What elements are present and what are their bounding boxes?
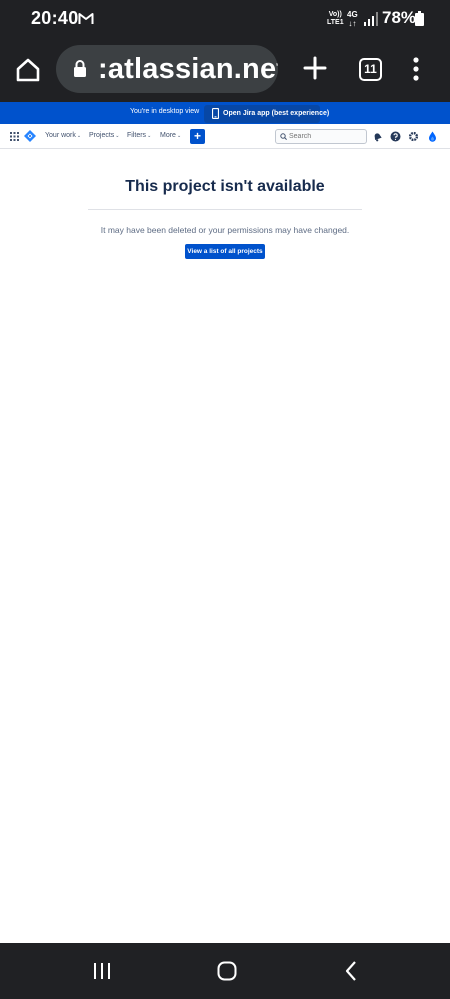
nav-filters[interactable]: Filters⌄	[127, 132, 151, 139]
jira-logo-icon[interactable]	[24, 130, 36, 142]
app-switcher-icon[interactable]	[10, 132, 19, 141]
status-time: 20:40	[31, 8, 79, 28]
search-box[interactable]	[275, 129, 367, 144]
home-nav-icon[interactable]	[217, 961, 237, 981]
settings-icon[interactable]	[408, 131, 419, 142]
nav-projects[interactable]: Projects⌄	[89, 132, 120, 139]
back-icon[interactable]	[344, 961, 358, 981]
volte-indicator: Vo)) LTE1	[327, 11, 344, 27]
address-bar[interactable]: :atlassian.net	[56, 45, 278, 93]
battery-percent: 78%	[382, 8, 417, 27]
view-all-projects-button[interactable]: View a list of all projects	[185, 244, 265, 259]
url-text: :atlassian.net	[98, 53, 278, 85]
desktop-view-banner: You're in desktop view Open Jira app (be…	[0, 102, 450, 124]
create-button[interactable]: +	[190, 129, 205, 144]
open-jira-app-button[interactable]: Open Jira app (best experience)	[204, 105, 329, 123]
content-divider	[88, 209, 362, 210]
nav-projects-label: Projects	[89, 132, 115, 139]
android-nav-bar	[0, 943, 450, 999]
lte-label: LTE1	[327, 19, 344, 26]
phone-icon	[212, 108, 219, 119]
chevron-down-icon: ⌄	[115, 133, 120, 139]
nav-more[interactable]: More⌄	[160, 132, 181, 139]
battery-icon	[415, 11, 424, 26]
jira-top-nav: Your work⌄ Projects⌄ Filters⌄ More⌄ +	[0, 124, 450, 149]
page-title: This project isn't available	[125, 178, 325, 195]
gmail-icon	[78, 13, 94, 24]
nav-your-work-label: Your work	[45, 132, 76, 139]
browser-toolbar: :atlassian.net 11	[0, 38, 450, 102]
volte-label: Vo))	[328, 11, 342, 18]
lock-icon	[74, 60, 86, 77]
nav-filters-label: Filters	[127, 132, 147, 139]
notifications-icon[interactable]	[372, 131, 383, 142]
new-tab-icon[interactable]	[301, 54, 329, 82]
search-icon	[280, 133, 287, 140]
desktop-view-text: You're in desktop view	[130, 108, 200, 115]
more-menu-icon[interactable]	[409, 56, 423, 82]
network-type-indicator: 4G ↓↑	[347, 10, 358, 28]
open-jira-app-label: Open Jira app (best experience)	[223, 110, 330, 117]
nav-more-label: More	[160, 132, 176, 139]
chevron-down-icon: ⌄	[176, 133, 182, 139]
network-arrows: ↓↑	[348, 19, 357, 28]
tab-switcher-button[interactable]: 11	[359, 58, 382, 81]
search-input[interactable]	[289, 131, 363, 142]
chevron-down-icon: ⌄	[147, 133, 152, 139]
unavailable-message: It may have been deleted or your permiss…	[100, 225, 350, 235]
network-type-label: 4G	[347, 10, 358, 19]
status-bar: 20:40 Vo)) LTE1 4G ↓↑ 78%	[0, 0, 450, 38]
nav-your-work[interactable]: Your work⌄	[45, 132, 81, 139]
help-icon[interactable]	[390, 131, 401, 142]
chevron-down-icon: ⌄	[76, 133, 82, 139]
home-icon[interactable]	[14, 56, 42, 84]
signal-icon	[364, 12, 378, 26]
profile-avatar-icon[interactable]	[427, 131, 438, 142]
recents-icon[interactable]	[92, 962, 112, 980]
